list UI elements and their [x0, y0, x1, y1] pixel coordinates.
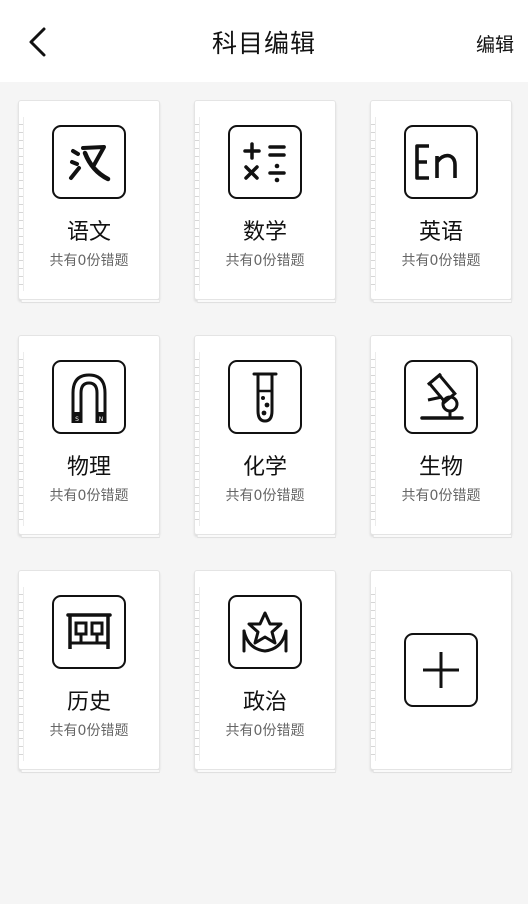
plus-icon — [404, 633, 478, 707]
subject-card-physics[interactable]: S N 物理 共有0份错题 — [18, 335, 160, 538]
subject-name: 语文 — [66, 220, 111, 245]
subject-name: 政治 — [242, 690, 287, 715]
subject-name: 物理 — [66, 455, 111, 480]
subject-card-history[interactable]: 历史 共有0份错题 — [18, 570, 160, 773]
mistake-count: 共有0份错题 — [225, 253, 305, 269]
mistake-count: 共有0份错题 — [49, 723, 129, 739]
chinese-icon — [52, 125, 126, 199]
svg-text:N: N — [99, 416, 104, 423]
test-tube-icon — [228, 360, 302, 434]
edit-button[interactable]: 编辑 — [476, 30, 514, 57]
mistake-count: 共有0份错题 — [49, 253, 129, 269]
history-icon — [52, 595, 126, 669]
subject-name: 生物 — [418, 455, 463, 480]
subject-card-politics[interactable]: 政治 共有0份错题 — [194, 570, 336, 773]
subject-name: 化学 — [242, 455, 287, 480]
subject-card-biology[interactable]: 生物 共有0份错题 — [370, 335, 512, 538]
mistake-count: 共有0份错题 — [49, 488, 129, 504]
svg-text:S: S — [75, 416, 79, 423]
top-bar: 科目编辑 编辑 — [0, 0, 528, 82]
page-title: 科目编辑 — [211, 29, 316, 58]
subject-card-chemistry[interactable]: 化学 共有0份错题 — [194, 335, 336, 538]
subject-card-math[interactable]: 数学 共有0份错题 — [194, 100, 336, 303]
add-subject-card[interactable] — [370, 570, 512, 773]
mistake-count: 共有0份错题 — [225, 488, 305, 504]
subject-card-chinese[interactable]: 语文 共有0份错题 — [18, 100, 160, 303]
subject-name: 数学 — [242, 220, 287, 245]
subject-card-english[interactable]: 英语 共有0份错题 — [370, 100, 512, 303]
subject-name: 历史 — [66, 690, 111, 715]
notebook-spine — [371, 587, 376, 761]
microscope-icon — [404, 360, 478, 434]
english-icon — [404, 125, 478, 199]
mistake-count: 共有0份错题 — [225, 723, 305, 739]
subject-name: 英语 — [418, 220, 463, 245]
mistake-count: 共有0份错题 — [401, 488, 481, 504]
math-icon — [228, 125, 302, 199]
magnet-icon: S N — [52, 360, 126, 434]
mistake-count: 共有0份错题 — [401, 253, 481, 269]
star-icon — [228, 595, 302, 669]
